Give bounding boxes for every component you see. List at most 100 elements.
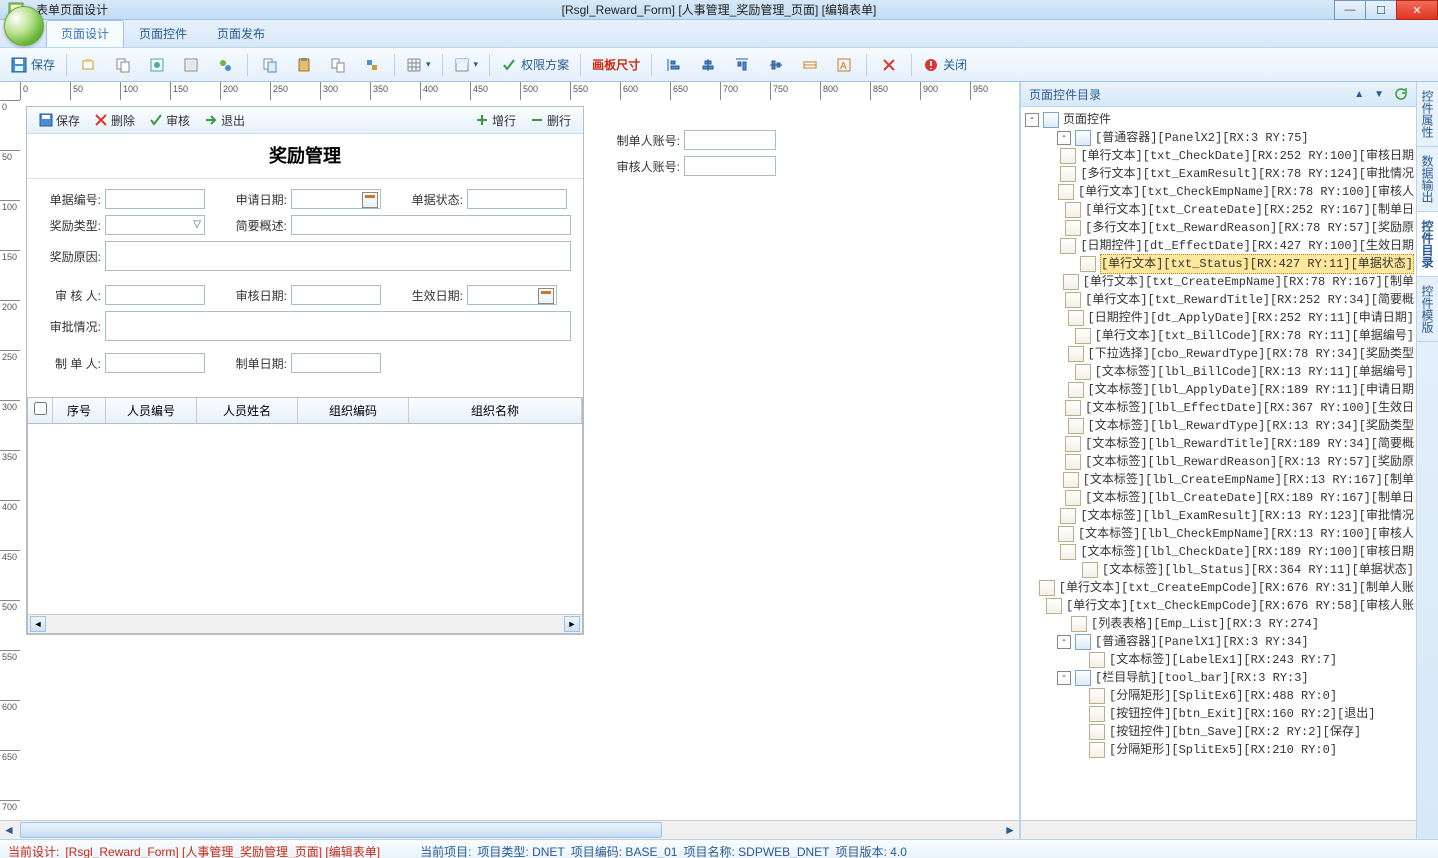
- input-status[interactable]: [467, 189, 567, 209]
- form-exit-button[interactable]: 退出: [198, 110, 251, 131]
- emp-list-grid[interactable]: 序号 人员编号 人员姓名 组织编码 组织名称 ◄ ►: [27, 397, 583, 634]
- control-tree[interactable]: -页面控件-[普通容器][PanelX2][RX:3 RY:75][单行文本][…: [1021, 107, 1416, 763]
- align-1[interactable]: [658, 53, 690, 77]
- collapse-icon[interactable]: -: [1057, 671, 1071, 685]
- tree-node[interactable]: -[普通容器][PanelX1][RX:3 RY:34]: [1025, 633, 1414, 651]
- tree-node[interactable]: [文本标签][lbl_EffectDate][RX:367 RY:100][生效…: [1025, 399, 1414, 417]
- col-emp-code[interactable]: 人员编号: [106, 398, 197, 423]
- close-design-button[interactable]: 关闭: [918, 53, 972, 77]
- tool-btn-5[interactable]: [209, 53, 241, 77]
- align-6[interactable]: A: [828, 53, 860, 77]
- col-seq[interactable]: 序号: [53, 398, 106, 423]
- minimize-button[interactable]: —: [1334, 0, 1366, 20]
- input-reward-type[interactable]: ▽: [105, 215, 205, 235]
- align-5[interactable]: [794, 53, 826, 77]
- scroll-left-icon[interactable]: ◄: [30, 616, 46, 632]
- side-tab-properties[interactable]: 控件属性: [1417, 82, 1438, 147]
- tree-node[interactable]: [多行文本][txt_RewardReason][RX:78 RY:57][奖励…: [1025, 219, 1414, 237]
- col-org-name[interactable]: 组织名称: [409, 398, 582, 423]
- tree-node[interactable]: [分隔矩形][SplitEx6][RX:488 RY:0]: [1025, 687, 1414, 705]
- tree-node[interactable]: [按钮控件][btn_Exit][RX:160 RY:2][退出]: [1025, 705, 1414, 723]
- tool-layout-dropdown[interactable]: ▾: [449, 53, 484, 77]
- form-canvas[interactable]: 保存 删除 审核 退出 增行 删行 奖励管理 单据编号: 申请日期:: [26, 106, 584, 635]
- input-effect-date[interactable]: [467, 285, 557, 305]
- refresh-icon[interactable]: [1394, 87, 1408, 101]
- form-save-button[interactable]: 保存: [33, 110, 86, 131]
- tool-cut[interactable]: [322, 53, 354, 77]
- input-check-date[interactable]: [291, 285, 381, 305]
- tool-grid-dropdown[interactable]: ▾: [401, 53, 436, 77]
- align-3[interactable]: [726, 53, 758, 77]
- collapse-icon[interactable]: -: [1057, 635, 1071, 649]
- maximize-button[interactable]: ☐: [1365, 0, 1397, 20]
- tree-node[interactable]: [单行文本][txt_CreateEmpName][RX:78 RY:167][…: [1025, 273, 1414, 291]
- tree-node[interactable]: [列表表格][Emp_List][RX:3 RY:274]: [1025, 615, 1414, 633]
- input-check-emp[interactable]: [105, 285, 205, 305]
- side-tab-template[interactable]: 控件模版: [1417, 277, 1438, 342]
- tab-page-publish[interactable]: 页面发布: [202, 20, 280, 47]
- input-check-emp-code[interactable]: [684, 156, 776, 176]
- tree-node[interactable]: -页面控件: [1025, 111, 1414, 129]
- tree-node[interactable]: [单行文本][txt_BillCode][RX:78 RY:11][单据编号]: [1025, 327, 1414, 345]
- save-button[interactable]: 保存: [6, 53, 60, 77]
- delete-button[interactable]: [873, 53, 905, 77]
- input-create-emp-code[interactable]: [684, 130, 776, 150]
- tool-btn-3[interactable]: [141, 53, 173, 77]
- tool-btn-4[interactable]: [175, 53, 207, 77]
- tree-node[interactable]: [按钮控件][btn_Save][RX:2 RY:2][保存]: [1025, 723, 1414, 741]
- input-create-date[interactable]: [291, 353, 381, 373]
- tree-node[interactable]: [单行文本][txt_CheckEmpCode][RX:676 RY:58][审…: [1025, 597, 1414, 615]
- tree-node[interactable]: [单行文本][txt_CreateDate][RX:252 RY:167][制单…: [1025, 201, 1414, 219]
- canvas-size-button[interactable]: 画板尺寸: [587, 53, 645, 77]
- input-bill-code[interactable]: [105, 189, 205, 209]
- tree-node[interactable]: [文本标签][lbl_RewardReason][RX:13 RY:57][奖励…: [1025, 453, 1414, 471]
- tree-node[interactable]: [文本标签][lbl_ExamResult][RX:13 RY:123][审批情…: [1025, 507, 1414, 525]
- collapse-icon[interactable]: -: [1025, 113, 1039, 127]
- tree-node[interactable]: [单行文本][txt_CheckDate][RX:252 RY:100][审核日…: [1025, 147, 1414, 165]
- form-delrow-button[interactable]: 删行: [524, 110, 577, 131]
- tree-node[interactable]: [文本标签][lbl_Status][RX:364 RY:11][单据状态]: [1025, 561, 1414, 579]
- tree-node[interactable]: [日期控件][dt_EffectDate][RX:427 RY:100][生效日…: [1025, 237, 1414, 255]
- scroll-right-icon[interactable]: ►: [564, 616, 580, 632]
- tree-node[interactable]: [单行文本][txt_CheckEmpName][RX:78 RY:100][审…: [1025, 183, 1414, 201]
- permission-button[interactable]: 权限方案: [496, 53, 574, 77]
- tree-node[interactable]: [单行文本][txt_CreateEmpCode][RX:676 RY:31][…: [1025, 579, 1414, 597]
- input-reward-title[interactable]: [291, 215, 571, 235]
- tree-node[interactable]: [文本标签][lbl_RewardTitle][RX:189 RY:34][简要…: [1025, 435, 1414, 453]
- side-tab-datasource[interactable]: 数据输出: [1417, 147, 1438, 212]
- collapse-icon[interactable]: -: [1057, 131, 1071, 145]
- tool-btn-9[interactable]: [356, 53, 388, 77]
- grid-body[interactable]: [28, 424, 582, 614]
- tree-node[interactable]: [下拉选择][cbo_RewardType][RX:78 RY:34][奖励类型: [1025, 345, 1414, 363]
- close-button[interactable]: ✕: [1396, 0, 1438, 20]
- app-orb[interactable]: [4, 6, 44, 46]
- form-delete-button[interactable]: 删除: [88, 110, 141, 131]
- tree-node[interactable]: [单行文本][txt_RewardTitle][RX:252 RY:34][简要…: [1025, 291, 1414, 309]
- design-hscrollbar[interactable]: ◄ ►: [0, 820, 1019, 839]
- tree-node[interactable]: [文本标签][LabelEx1][RX:243 RY:7]: [1025, 651, 1414, 669]
- tool-btn-1[interactable]: [73, 53, 105, 77]
- tree-node[interactable]: [文本标签][lbl_ApplyDate][RX:189 RY:11][申请日期: [1025, 381, 1414, 399]
- form-audit-button[interactable]: 审核: [143, 110, 196, 131]
- tree-node[interactable]: -[栏目导航][tool_bar][RX:3 RY:3]: [1025, 669, 1414, 687]
- tree-node[interactable]: [文本标签][lbl_CreateEmpName][RX:13 RY:167][…: [1025, 471, 1414, 489]
- tree-node[interactable]: [多行文本][txt_ExamResult][RX:78 RY:124][审批情…: [1025, 165, 1414, 183]
- tree-node[interactable]: [单行文本][txt_Status][RX:427 RY:11][单据状态]: [1025, 255, 1414, 273]
- tree-node[interactable]: [分隔矩形][SplitEx5][RX:210 RY:0]: [1025, 741, 1414, 759]
- input-apply-date[interactable]: [291, 189, 381, 209]
- input-reward-reason[interactable]: [105, 241, 571, 271]
- tree-hscrollbar[interactable]: [1021, 820, 1416, 839]
- tab-page-controls[interactable]: 页面控件: [124, 20, 202, 47]
- tree-node[interactable]: [文本标签][lbl_CheckDate][RX:189 RY:100][审核日…: [1025, 543, 1414, 561]
- tree-node[interactable]: [文本标签][lbl_BillCode][RX:13 RY:11][单据编号]: [1025, 363, 1414, 381]
- grid-check-all[interactable]: [34, 402, 47, 415]
- form-addrow-button[interactable]: 增行: [469, 110, 522, 131]
- align-4[interactable]: [760, 53, 792, 77]
- tree-node[interactable]: [文本标签][lbl_CreateDate][RX:189 RY:167][制单…: [1025, 489, 1414, 507]
- collapse-up-icon[interactable]: ▲: [1354, 89, 1364, 100]
- tree-node[interactable]: -[普通容器][PanelX2][RX:3 RY:75]: [1025, 129, 1414, 147]
- col-emp-name[interactable]: 人员姓名: [197, 398, 298, 423]
- tree-node[interactable]: [文本标签][lbl_RewardType][RX:13 RY:34][奖励类型: [1025, 417, 1414, 435]
- tool-btn-2[interactable]: [107, 53, 139, 77]
- tree-node[interactable]: [日期控件][dt_ApplyDate][RX:252 RY:11][申请日期]: [1025, 309, 1414, 327]
